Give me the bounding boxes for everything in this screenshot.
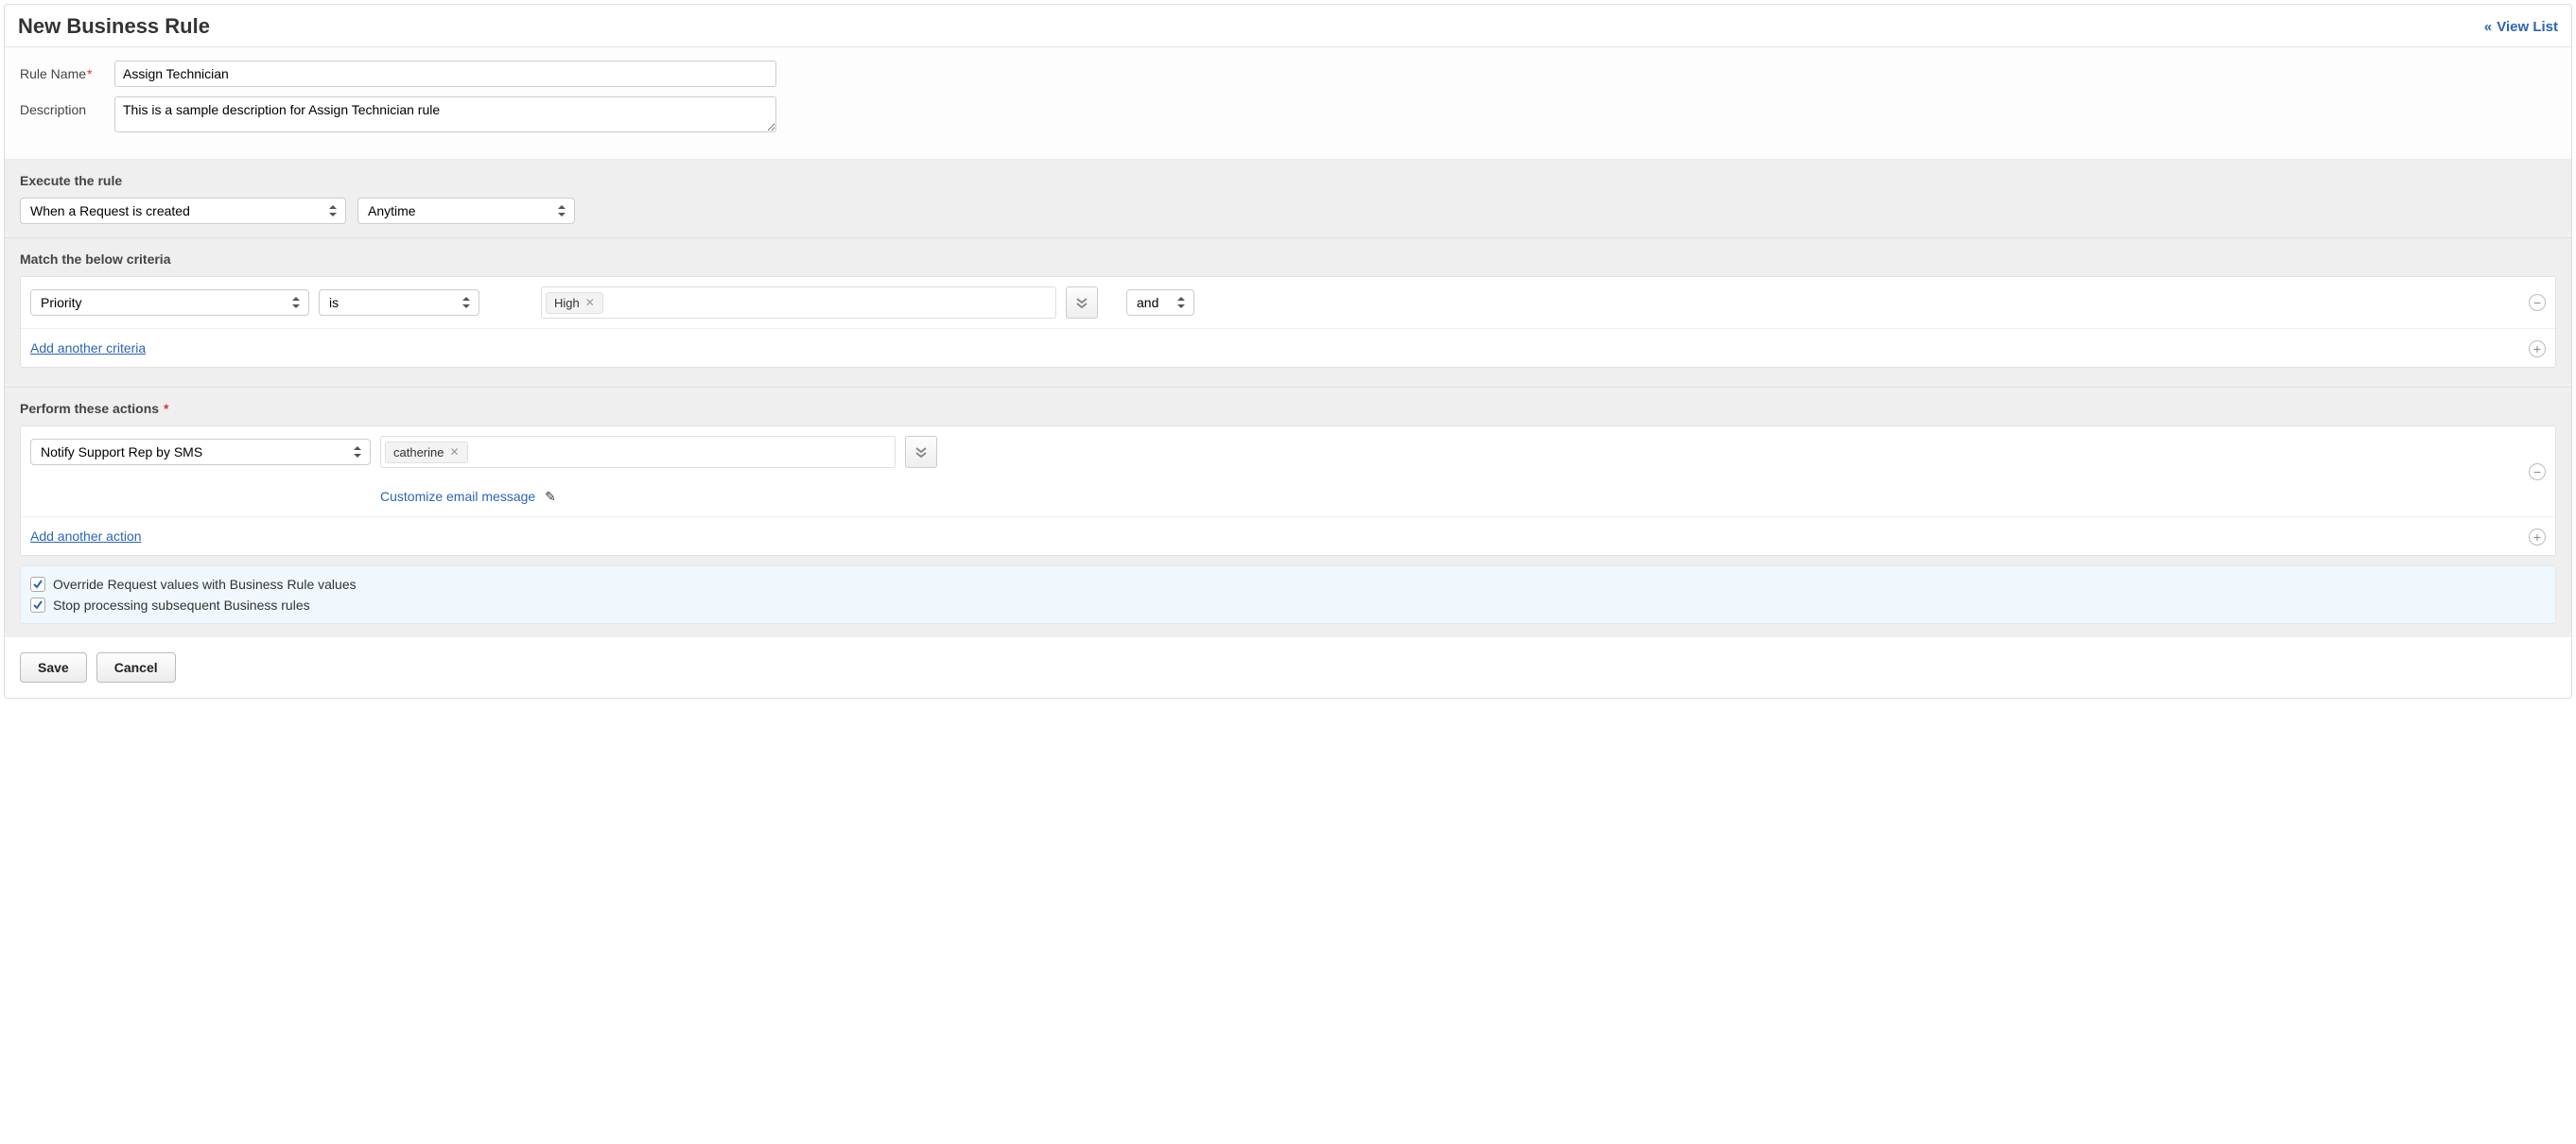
options-block: Override Request values with Business Ru… (20, 565, 2556, 624)
view-list-link[interactable]: « View List (2484, 19, 2558, 35)
action-type-select[interactable]: Notify Support Rep by SMS (30, 439, 371, 465)
criteria-block: Priority is High ✕ (20, 276, 2556, 368)
rule-name-label: Rule Name* (20, 61, 114, 81)
description-textarea[interactable] (114, 96, 776, 132)
page-title: New Business Rule (18, 14, 210, 39)
rule-name-input[interactable] (114, 61, 776, 87)
add-criteria-button[interactable] (2529, 340, 2546, 357)
execute-time-select[interactable]: Anytime (357, 198, 575, 224)
criteria-token: High ✕ (546, 292, 603, 314)
remove-token-icon[interactable]: ✕ (449, 445, 459, 459)
add-action-link[interactable]: Add another action (30, 529, 142, 544)
criteria-token-label: High (554, 296, 580, 310)
description-label: Description (20, 96, 114, 117)
actions-title: Perform these actions * (20, 401, 2556, 416)
pencil-icon: ✎ (545, 489, 556, 505)
view-list-label: View List (2497, 19, 2558, 35)
expand-action-button[interactable] (905, 436, 937, 468)
override-label: Override Request values with Business Ru… (53, 577, 357, 592)
remove-token-icon[interactable]: ✕ (585, 296, 595, 309)
required-asterisk: * (87, 66, 92, 81)
footer: Save Cancel (5, 637, 2571, 698)
criteria-row: Priority is High ✕ (21, 277, 2555, 328)
actions-section: Perform these actions * Notify Support R… (5, 388, 2571, 637)
criteria-field-select[interactable]: Priority (30, 289, 309, 316)
add-action-row: Add another action (21, 516, 2555, 555)
criteria-section: Match the below criteria Priority is Hig… (5, 238, 2571, 388)
action-token: catherine ✕ (385, 442, 468, 463)
criteria-value-input[interactable]: High ✕ (541, 286, 1056, 319)
chevron-left-icon: « (2484, 19, 2489, 35)
expand-criteria-button[interactable] (1066, 286, 1098, 319)
add-criteria-row: Add another criteria (21, 328, 2555, 367)
action-value-input[interactable]: catherine ✕ (380, 436, 896, 468)
actions-block: Notify Support Rep by SMS catherine ✕ (20, 425, 2556, 556)
cancel-button[interactable]: Cancel (96, 652, 176, 683)
criteria-conjunction-select[interactable]: and (1126, 289, 1194, 316)
action-row: Notify Support Rep by SMS catherine ✕ (21, 426, 2555, 516)
save-button[interactable]: Save (20, 652, 87, 683)
execute-title: Execute the rule (20, 173, 2556, 188)
stop-checkbox[interactable] (30, 598, 45, 613)
execute-section: Execute the rule When a Request is creat… (5, 160, 2571, 238)
remove-action-button[interactable] (2529, 463, 2546, 480)
customize-email-link[interactable]: Customize email message (380, 489, 535, 504)
remove-criteria-button[interactable] (2529, 294, 2546, 311)
criteria-title: Match the below criteria (20, 251, 2556, 267)
stop-label: Stop processing subsequent Business rule… (53, 598, 310, 613)
criteria-operator-select[interactable]: is (319, 289, 479, 316)
action-token-label: catherine (393, 445, 444, 459)
required-asterisk: * (164, 401, 168, 416)
rule-basic-section: Rule Name* Description (5, 47, 2571, 160)
execute-when-select[interactable]: When a Request is created (20, 198, 346, 224)
page-header: New Business Rule « View List (5, 5, 2571, 47)
add-criteria-link[interactable]: Add another criteria (30, 340, 146, 355)
override-checkbox[interactable] (30, 577, 45, 592)
add-action-button[interactable] (2529, 529, 2546, 546)
